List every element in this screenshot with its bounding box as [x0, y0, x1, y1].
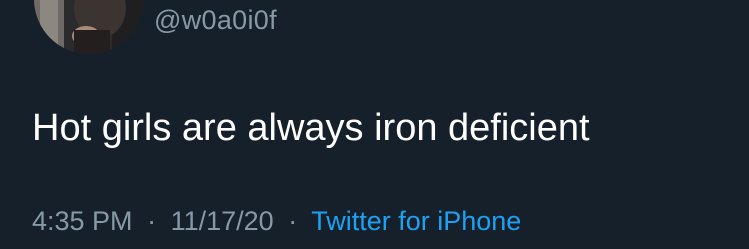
- user-handle[interactable]: @w0a0i0f: [154, 3, 277, 37]
- tweet-time[interactable]: 4:35 PM: [32, 206, 133, 236]
- tweet-text: Hot girls are always iron deficient: [32, 107, 590, 149]
- tweet-source-link[interactable]: Twitter for iPhone: [311, 206, 521, 236]
- tweet-meta: 4:35 PM · 11/17/20 · Twitter for iPhone: [32, 203, 521, 239]
- meta-separator: ·: [288, 206, 298, 236]
- avatar-photo: [34, 0, 144, 54]
- tweet-date[interactable]: 11/17/20: [171, 206, 274, 236]
- avatar[interactable]: [34, 0, 144, 54]
- meta-separator: ·: [147, 206, 157, 236]
